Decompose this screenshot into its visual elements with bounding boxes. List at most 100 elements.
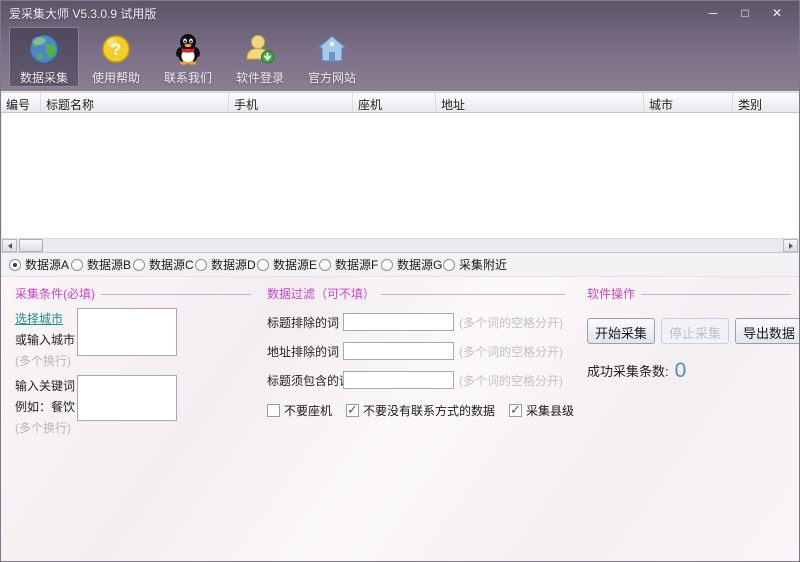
title-bar[interactable]: 爱采集大师 V5.3.0.9 试用版 ─ □ ✕ — [1, 1, 799, 25]
radio-icon — [319, 259, 331, 271]
title-include-row: 标题须包含的词 (多个词的空格分开) — [267, 371, 573, 389]
right-arrow-icon — [789, 243, 793, 249]
group-header: 软件操作 — [587, 285, 799, 302]
window-title: 爱采集大师 V5.3.0.9 试用版 — [9, 5, 156, 22]
radio-data-source-e[interactable]: 数据源E — [257, 256, 319, 273]
collect-conditions-title: 采集条件(必填) — [15, 285, 95, 302]
radio-data-source-f[interactable]: 数据源F — [319, 256, 381, 273]
radio-label: 数据源C — [149, 256, 194, 273]
keyword-label: 输入关键词 — [15, 377, 77, 394]
checkbox-no-landline[interactable]: 不要座机 — [267, 402, 332, 419]
radio-data-source-d[interactable]: 数据源D — [195, 256, 257, 273]
radio-icon — [71, 259, 83, 271]
keyword-condition-row: 输入关键词 例如：餐饮 (多个换行) — [15, 375, 259, 436]
column-header-city[interactable]: 城市 — [644, 93, 733, 112]
data-filter-group: 数据过滤（可不填） 标题排除的词 (多个词的空格分开) 地址排除的词 (多个词的… — [259, 277, 573, 561]
toolbar-label: 使用帮助 — [92, 69, 140, 86]
radio-icon — [195, 259, 207, 271]
minimize-button[interactable]: ─ — [705, 5, 721, 21]
data-source-selector: 数据源A 数据源B 数据源C 数据源D 数据源E 数据源F 数据源G 采集附近 — [1, 253, 799, 277]
checkbox-icon — [346, 404, 359, 417]
radio-collect-nearby[interactable]: 采集附近 — [443, 256, 507, 273]
radio-icon — [381, 259, 393, 271]
checkbox-label: 采集县级 — [526, 402, 574, 419]
group-header: 数据过滤（可不填） — [267, 285, 573, 302]
checkbox-label: 不要座机 — [284, 402, 332, 419]
checkbox-label: 不要没有联系方式的数据 — [363, 402, 495, 419]
city-condition-row: 选择城市 或输入城市 (多个换行) — [15, 308, 259, 369]
group-divider — [101, 294, 251, 295]
filter-checkboxes-row: 不要座机 不要没有联系方式的数据 采集县级 — [267, 402, 573, 419]
start-collect-button[interactable]: 开始采集 — [587, 318, 655, 344]
maximize-button[interactable]: □ — [737, 5, 753, 21]
space-separated-hint: (多个词的空格分开) — [459, 343, 563, 360]
column-header-address[interactable]: 地址 — [436, 93, 644, 112]
scrollbar-thumb[interactable] — [19, 239, 43, 252]
radio-label: 数据源A — [25, 256, 69, 273]
success-count-row: 成功采集条数: 0 — [587, 360, 799, 381]
checkbox-icon — [267, 404, 280, 417]
software-ops-group: 软件操作 开始采集 停止采集 导出数据 参数 成功采集条数: 0 — [573, 277, 799, 561]
export-data-button[interactable]: 导出数据 — [735, 318, 799, 344]
home-icon — [314, 31, 350, 66]
space-separated-hint: (多个词的空格分开) — [459, 372, 563, 389]
radio-data-source-c[interactable]: 数据源C — [133, 256, 195, 273]
title-exclude-label: 标题排除的词 — [267, 314, 343, 331]
column-header-mobile[interactable]: 手机 — [229, 93, 353, 112]
radio-label: 数据源B — [87, 256, 131, 273]
checkbox-require-contact[interactable]: 不要没有联系方式的数据 — [346, 402, 495, 419]
success-count-label: 成功采集条数: — [587, 361, 669, 380]
title-exclude-row: 标题排除的词 (多个词的空格分开) — [267, 313, 573, 331]
toolbar-website-button[interactable]: 官方网站 — [297, 27, 367, 87]
toolbar-contact-button[interactable]: 联系我们 — [153, 27, 223, 87]
globe-icon — [26, 31, 62, 66]
radio-label: 采集附近 — [459, 256, 507, 273]
window-controls: ─ □ ✕ — [705, 5, 791, 21]
scroll-left-arrow[interactable] — [2, 239, 17, 252]
checkbox-collect-county[interactable]: 采集县级 — [509, 402, 574, 419]
keyword-input[interactable] — [77, 375, 177, 421]
horizontal-scrollbar[interactable] — [1, 238, 799, 253]
address-exclude-input[interactable] — [343, 342, 454, 360]
radio-data-source-g[interactable]: 数据源G — [381, 256, 443, 273]
data-filter-title: 数据过滤（可不填） — [267, 285, 375, 302]
radio-data-source-a[interactable]: 数据源A — [9, 256, 71, 273]
radio-icon — [9, 259, 21, 271]
qq-penguin-icon — [170, 31, 206, 66]
keyword-labels: 输入关键词 例如：餐饮 (多个换行) — [15, 375, 77, 436]
city-input[interactable] — [77, 308, 177, 356]
toolbar-login-button[interactable]: 软件登录 — [225, 27, 295, 87]
radio-icon — [257, 259, 269, 271]
title-include-input[interactable] — [343, 371, 454, 389]
bottom-panel: 采集条件(必填) 选择城市 或输入城市 (多个换行) 输入关键词 例如：餐饮 (… — [1, 277, 799, 561]
success-count-value: 0 — [675, 360, 687, 381]
main-toolbar: 数据采集 ? 使用帮助 — [1, 25, 799, 91]
group-divider — [641, 294, 791, 295]
group-header: 采集条件(必填) — [15, 285, 259, 302]
column-header-number[interactable]: 编号 — [1, 93, 41, 112]
space-separated-hint: (多个词的空格分开) — [459, 314, 563, 331]
address-exclude-row: 地址排除的词 (多个词的空格分开) — [267, 342, 573, 360]
results-table-body[interactable] — [1, 113, 799, 238]
window-chrome: 爱采集大师 V5.3.0.9 试用版 ─ □ ✕ 数据采集 — [1, 1, 799, 93]
title-exclude-input[interactable] — [343, 313, 454, 331]
toolbar-label: 联系我们 — [164, 69, 212, 86]
radio-label: 数据源E — [273, 256, 317, 273]
city-multiline-hint: (多个换行) — [15, 352, 77, 369]
close-button[interactable]: ✕ — [769, 5, 785, 21]
select-city-link[interactable]: 选择城市 — [15, 310, 63, 327]
left-arrow-icon — [8, 243, 12, 249]
group-divider — [381, 294, 565, 295]
scroll-right-arrow[interactable] — [783, 239, 798, 252]
column-header-category[interactable]: 类别 — [733, 93, 799, 112]
svg-text:?: ? — [111, 40, 121, 59]
toolbar-data-collect-button[interactable]: 数据采集 — [9, 27, 79, 87]
toolbar-label: 官方网站 — [308, 69, 356, 86]
column-header-landline[interactable]: 座机 — [353, 93, 436, 112]
toolbar-help-button[interactable]: ? 使用帮助 — [81, 27, 151, 87]
column-header-title[interactable]: 标题名称 — [41, 93, 229, 112]
results-table-header: 编号 标题名称 手机 座机 地址 城市 类别 — [1, 93, 799, 113]
radio-data-source-b[interactable]: 数据源B — [71, 256, 133, 273]
keyword-multiline-hint: (多个换行) — [15, 419, 77, 436]
radio-icon — [443, 259, 455, 271]
